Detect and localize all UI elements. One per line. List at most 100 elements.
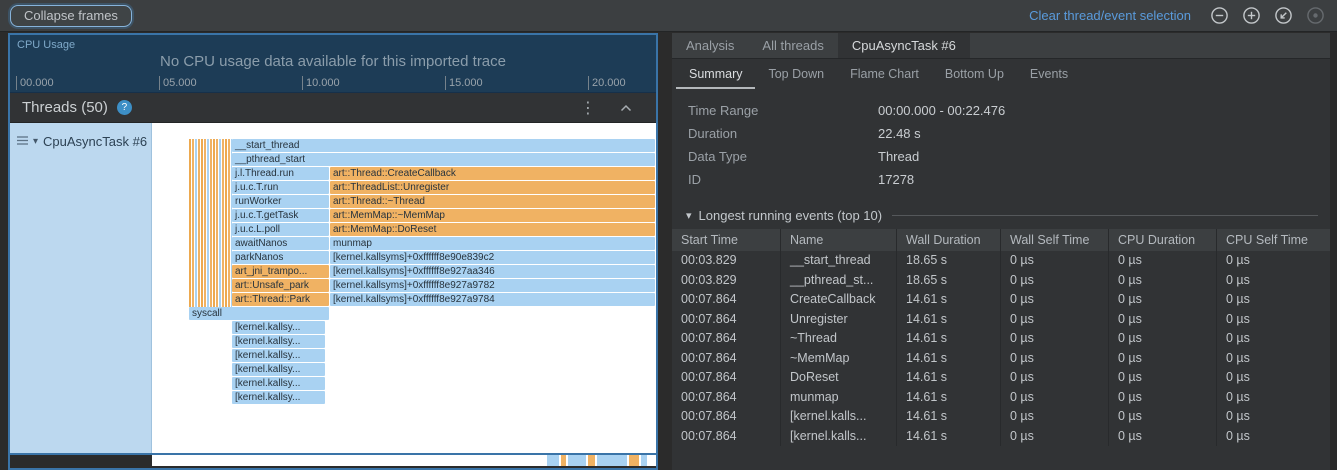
column-header[interactable]: Name bbox=[780, 229, 896, 251]
table-cell: __pthread_st... bbox=[780, 271, 896, 291]
trace-event-box[interactable]: art::Thread::Park bbox=[232, 293, 329, 306]
trace-event-box[interactable]: art::MemMap::DoReset bbox=[330, 223, 655, 236]
table-cell: 00:03.829 bbox=[672, 251, 780, 271]
subtab-events[interactable]: Events bbox=[1017, 59, 1081, 89]
trace-event-box[interactable]: art::MemMap::~MemMap bbox=[330, 209, 655, 222]
trace-event-box[interactable]: [kernel.kallsyms]+0xffffff8e90e839c2 bbox=[330, 251, 655, 264]
drag-handle-icon[interactable] bbox=[17, 132, 28, 150]
table-cell: 0 µs bbox=[1000, 271, 1108, 291]
help-icon[interactable] bbox=[117, 100, 132, 115]
table-header-row: Start TimeNameWall DurationWall Self Tim… bbox=[672, 229, 1330, 251]
trace-event-box[interactable]: parkNanos bbox=[232, 251, 329, 264]
trace-event-box[interactable]: art::Thread::~Thread bbox=[330, 195, 655, 208]
trace-event-box[interactable]: runWorker bbox=[232, 195, 329, 208]
trace-event-box[interactable]: j.u.c.T.getTask bbox=[232, 209, 329, 222]
thread-row-label[interactable]: CpuAsyncTask #6 bbox=[10, 123, 152, 453]
column-header[interactable]: Wall Duration bbox=[896, 229, 1000, 251]
next-thread-events[interactable] bbox=[152, 455, 656, 466]
trace-event-box[interactable] bbox=[561, 455, 566, 466]
trace-event-box[interactable]: j.u.c.L.poll bbox=[232, 223, 329, 236]
trace-event-box[interactable]: [kernel.kallsy... bbox=[232, 363, 325, 376]
table-row[interactable]: 00:07.864~Thread14.61 s0 µs0 µs0 µs bbox=[672, 329, 1330, 349]
table-cell: 0 µs bbox=[1216, 290, 1330, 310]
table-row[interactable]: 00:03.829__start_thread18.65 s0 µs0 µs0 … bbox=[672, 251, 1330, 271]
table-cell: Unregister bbox=[780, 310, 896, 330]
subtab-flame-chart[interactable]: Flame Chart bbox=[837, 59, 932, 89]
reset-zoom-icon[interactable] bbox=[1274, 6, 1293, 25]
table-cell: DoReset bbox=[780, 368, 896, 388]
detail-value: 17278 bbox=[878, 168, 914, 191]
trace-event-box[interactable] bbox=[547, 455, 559, 466]
table-cell: 0 µs bbox=[1216, 427, 1330, 447]
trace-event-box[interactable]: awaitNanos bbox=[232, 237, 329, 250]
table-row[interactable]: 00:07.864CreateCallback14.61 s0 µs0 µs0 … bbox=[672, 290, 1330, 310]
table-row[interactable]: 00:07.864DoReset14.61 s0 µs0 µs0 µs bbox=[672, 368, 1330, 388]
thread-track[interactable]: __start_thread__pthread_startj.l.Thread.… bbox=[152, 123, 656, 453]
trace-event-box[interactable]: art::Unsafe_park bbox=[232, 279, 329, 292]
tab-cpuasynctask-6[interactable]: CpuAsyncTask #6 bbox=[838, 33, 970, 58]
table-row[interactable]: 00:07.864Unregister14.61 s0 µs0 µs0 µs bbox=[672, 310, 1330, 330]
trace-event-box[interactable]: [kernel.kallsyms]+0xffffff8e927a9784 bbox=[330, 293, 655, 306]
table-cell: 0 µs bbox=[1216, 251, 1330, 271]
analysis-panel: AnalysisAll threadsCpuAsyncTask #6 Summa… bbox=[672, 33, 1330, 470]
more-options-icon[interactable] bbox=[580, 98, 596, 118]
trace-event-box[interactable]: [kernel.kallsy... bbox=[232, 321, 325, 334]
zoom-in-icon[interactable] bbox=[1242, 6, 1261, 25]
threads-title: Threads (50) bbox=[22, 99, 108, 116]
subtab-top-down[interactable]: Top Down bbox=[755, 59, 837, 89]
table-cell: 14.61 s bbox=[896, 407, 1000, 427]
trace-event-box[interactable]: art::ThreadList::Unregister bbox=[330, 181, 655, 194]
trace-event-box[interactable]: __start_thread bbox=[232, 139, 655, 152]
table-row[interactable]: 00:07.864munmap14.61 s0 µs0 µs0 µs bbox=[672, 388, 1330, 408]
trace-event-box[interactable]: munmap bbox=[330, 237, 655, 250]
trace-event-box[interactable]: art::Thread::CreateCallback bbox=[330, 167, 655, 180]
trace-event-box[interactable]: [kernel.kallsy... bbox=[232, 335, 325, 348]
table-body: 00:03.829__start_thread18.65 s0 µs0 µs0 … bbox=[672, 251, 1330, 446]
trace-event-box[interactable]: [kernel.kallsyms]+0xffffff8e927aa346 bbox=[330, 265, 655, 278]
trace-event-box[interactable] bbox=[588, 455, 595, 466]
trace-event-box[interactable]: [kernel.kallsy... bbox=[232, 391, 325, 404]
trace-event-box[interactable]: [kernel.kallsyms]+0xffffff8e927a9782 bbox=[330, 279, 655, 292]
expand-arrow-icon[interactable] bbox=[33, 136, 38, 147]
dense-events-strip[interactable] bbox=[189, 139, 232, 307]
table-row[interactable]: 00:07.864~MemMap14.61 s0 µs0 µs0 µs bbox=[672, 349, 1330, 369]
table-cell: 14.61 s bbox=[896, 310, 1000, 330]
column-header[interactable]: CPU Self Time bbox=[1216, 229, 1330, 251]
next-thread-track[interactable] bbox=[10, 455, 656, 466]
trace-event-box[interactable]: __pthread_start bbox=[232, 153, 655, 166]
table-cell: 0 µs bbox=[1108, 329, 1216, 349]
subtab-summary[interactable]: Summary bbox=[676, 59, 755, 89]
table-cell: 0 µs bbox=[1108, 271, 1216, 291]
analysis-subtab-bar: SummaryTop DownFlame ChartBottom UpEvent… bbox=[672, 59, 1330, 89]
trace-event-box[interactable] bbox=[629, 455, 639, 466]
subtab-bottom-up[interactable]: Bottom Up bbox=[932, 59, 1017, 89]
tab-all-threads[interactable]: All threads bbox=[748, 33, 837, 58]
zoom-out-icon[interactable] bbox=[1210, 6, 1229, 25]
collapse-section-icon[interactable] bbox=[686, 209, 692, 222]
cpu-usage-track[interactable]: CPU Usage No CPU usage data available fo… bbox=[10, 35, 656, 93]
timeline-tick-label: 00.000 bbox=[16, 76, 54, 90]
column-header[interactable]: Start Time bbox=[672, 229, 780, 251]
clear-selection-link[interactable]: Clear thread/event selection bbox=[1029, 8, 1191, 23]
trace-event-box[interactable]: j.l.Thread.run bbox=[232, 167, 329, 180]
trace-event-box[interactable]: [kernel.kallsy... bbox=[232, 377, 325, 390]
collapse-panel-icon[interactable] bbox=[620, 99, 632, 117]
collapse-frames-button[interactable]: Collapse frames bbox=[10, 5, 132, 27]
table-cell: 0 µs bbox=[1216, 368, 1330, 388]
trace-event-box[interactable] bbox=[597, 455, 627, 466]
trace-event-box[interactable]: [kernel.kallsy... bbox=[232, 349, 325, 362]
next-thread-label[interactable] bbox=[10, 455, 152, 466]
table-cell: 0 µs bbox=[1108, 368, 1216, 388]
table-row[interactable]: 00:07.864[kernel.kalls...14.61 s0 µs0 µs… bbox=[672, 427, 1330, 447]
table-row[interactable]: 00:03.829__pthread_st...18.65 s0 µs0 µs0… bbox=[672, 271, 1330, 291]
table-row[interactable]: 00:07.864[kernel.kalls...14.61 s0 µs0 µs… bbox=[672, 407, 1330, 427]
trace-event-box[interactable]: art_jni_trampo... bbox=[232, 265, 329, 278]
table-cell: 0 µs bbox=[1000, 388, 1108, 408]
detail-label: ID bbox=[688, 168, 878, 191]
column-header[interactable]: CPU Duration bbox=[1108, 229, 1216, 251]
trace-event-box[interactable] bbox=[568, 455, 586, 466]
trace-event-box[interactable]: syscall bbox=[189, 307, 329, 320]
column-header[interactable]: Wall Self Time bbox=[1000, 229, 1108, 251]
trace-event-box[interactable] bbox=[641, 455, 647, 466]
trace-event-box[interactable]: j.u.c.T.run bbox=[232, 181, 329, 194]
